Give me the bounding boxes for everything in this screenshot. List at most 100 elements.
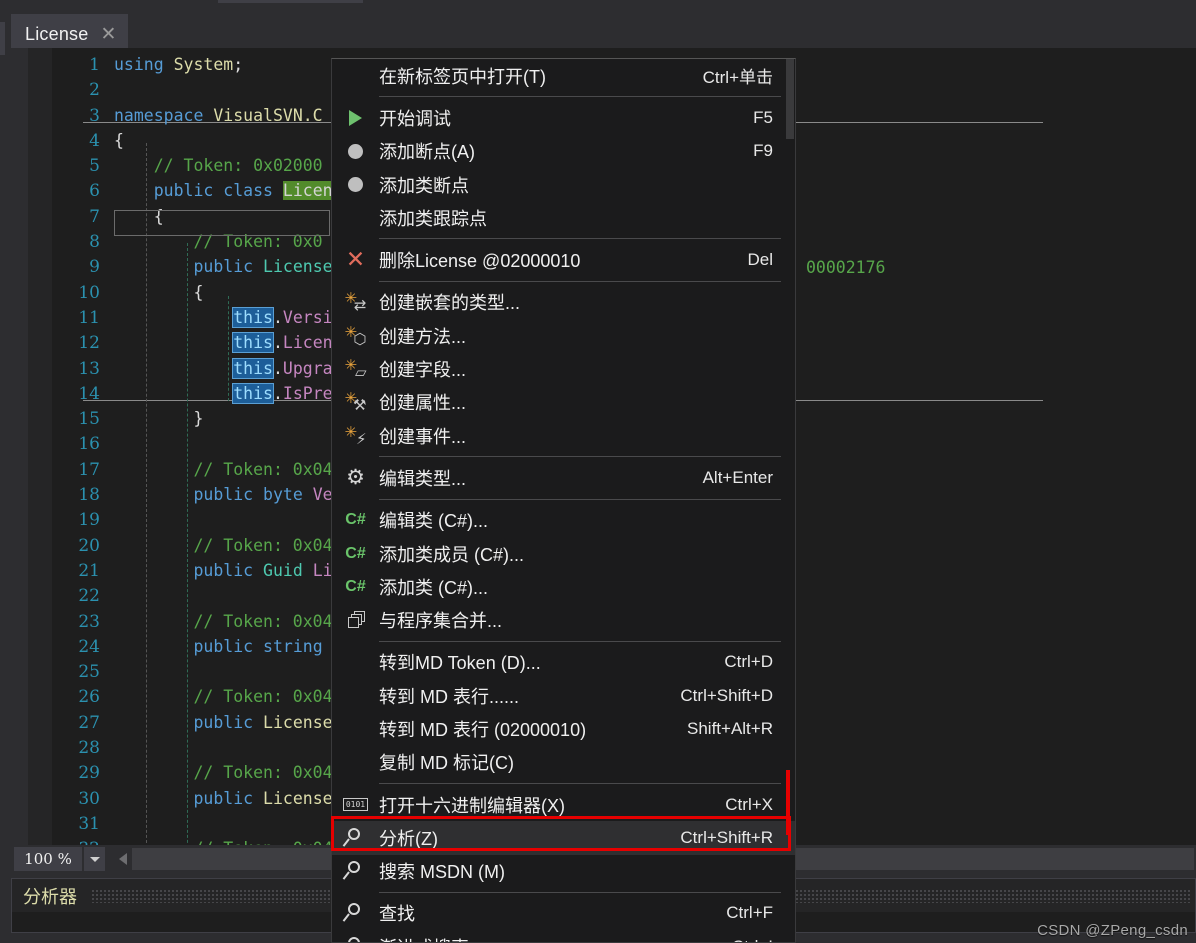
code-token: { [114, 282, 204, 302]
code-token: . [272, 307, 283, 327]
merge-assembly-icon [332, 603, 379, 636]
line-number: 31 [78, 813, 100, 834]
line-number: 32 [52, 837, 114, 845]
menu-separator [379, 96, 781, 98]
menu-item-shortcut: Ctrl+单击 [702, 68, 773, 88]
csharp-icon: C# [345, 511, 366, 529]
menu-item-label: 创建字段... [379, 360, 467, 381]
line-number: 15 [78, 409, 100, 430]
menu-item[interactable]: 复制 MD 标记(C) [332, 746, 795, 779]
line-number: 20 [78, 535, 100, 556]
line-number: 28 [78, 738, 100, 759]
csharp-icon: C# [345, 544, 366, 562]
line-number: 29 [78, 763, 100, 784]
csharp-icon: C# [345, 577, 366, 595]
close-icon[interactable]: ✕ [100, 24, 116, 44]
watermark: CSDN @ZPeng_csdn [1037, 922, 1188, 939]
line-number: 6 [89, 181, 100, 202]
new-field-icon: ✳ ▱ [344, 357, 367, 382]
context-menu[interactable]: 在新标签页中打开(T) Ctrl+单击 开始调试 F5 添加断点(A) F9 添加类断点添加… [331, 58, 796, 943]
menu-item[interactable]: C# 编辑类 (C#)... [332, 504, 795, 537]
menu-item[interactable]: ✳ ▱ 创建字段... [332, 352, 795, 385]
menu-item[interactable]: 在新标签页中打开(T) Ctrl+单击 [332, 59, 795, 92]
menu-item-shortcut: Shift+Alt+R [687, 718, 773, 738]
menu-item[interactable]: 渐进式搜索Ctrl+I [332, 930, 795, 942]
line-number: 13 [78, 358, 100, 379]
menu-item[interactable]: ✳ ⚒ 创建属性... [332, 386, 795, 419]
code-token: License [263, 788, 333, 808]
menu-item-shortcut: F9 [753, 141, 773, 161]
code-token: this [232, 357, 274, 379]
menu-item[interactable]: 开始调试 F5 [332, 101, 795, 134]
breakpoint-icon [332, 168, 379, 201]
menu-item-shortcut: Ctrl+X [725, 794, 773, 814]
menu-separator [379, 782, 781, 784]
gear-icon: ⚙ [346, 466, 365, 490]
menu-item[interactable]: ✳ ⚡ 创建事件... [332, 419, 795, 452]
menu-item-label: 搜索 MSDN (M) [379, 862, 505, 883]
delete-x-icon: ✕ [345, 246, 366, 273]
menu-item-label: 创建嵌套的类型... [379, 293, 521, 314]
menu-separator [379, 640, 781, 642]
editor-breakpoint-margin[interactable] [28, 48, 52, 845]
search-icon [332, 821, 379, 854]
ghost-tab-outline [218, 0, 363, 3]
line-number: 14 [78, 383, 100, 404]
menu-item[interactable]: ⚙ 编辑类型... Alt+Enter [332, 461, 795, 494]
line-number: 3 [89, 105, 100, 126]
menu-item[interactable]: 搜索 MSDN (M) [332, 855, 795, 888]
code-token: . [272, 383, 283, 403]
line-number: 30 [78, 788, 100, 809]
menu-item[interactable]: 添加断点(A) F9 [332, 135, 795, 168]
menu-item-label: 分析(Z) [379, 828, 438, 849]
menu-item[interactable]: ✳ ⇄ 创建嵌套的类型... [332, 286, 795, 319]
menu-item[interactable]: 与程序集合并... [332, 603, 795, 636]
menu-separator [379, 238, 781, 240]
new-nested-type-icon: ✳ ⇄ [344, 290, 367, 315]
menu-item[interactable]: C# 添加类成员 (C#)... [332, 537, 795, 570]
menu-item-label: 添加类断点 [379, 175, 469, 196]
menu-item[interactable]: 分析(Z) Ctrl+Shift+R [332, 821, 795, 855]
menu-item[interactable]: 0101 打开十六进制编辑器(X) Ctrl+X [332, 788, 795, 821]
menu-item[interactable]: 添加类跟踪点 [332, 201, 795, 234]
no-icon [332, 712, 379, 745]
line-number: 18 [78, 485, 100, 506]
line-number: 4 [89, 130, 100, 151]
indent-guide-1 [146, 143, 147, 845]
triangle-left-icon[interactable] [114, 848, 132, 870]
token-comment-fragment: 00002176 [806, 258, 886, 277]
code-token: ; [233, 55, 244, 74]
menu-item[interactable]: 转到MD Token (D)... Ctrl+D [332, 646, 795, 679]
menu-item[interactable]: C# 添加类 (C#)... [332, 570, 795, 603]
code-token: IsPre [282, 383, 333, 403]
search-icon [332, 855, 379, 888]
menu-item-shortcut: Ctrl+I [732, 937, 795, 942]
line-number: 1 [89, 55, 100, 75]
menu-item-label: 创建事件... [379, 426, 467, 447]
code-token: Licen [282, 333, 333, 353]
code-token: Ve [312, 485, 333, 505]
code-token: public [193, 712, 264, 732]
menu-item[interactable]: 添加类断点 [332, 168, 795, 201]
menu-item[interactable]: ✕ 删除License @02000010 Del [332, 243, 795, 276]
menu-item[interactable]: 转到 MD 表行...... Ctrl+Shift+D [332, 679, 795, 712]
menu-item[interactable]: ✳ ⬡ 创建方法... [332, 319, 795, 352]
menu-item[interactable]: 转到 MD 表行 (02000010) Shift+Alt+R [332, 712, 795, 745]
line-number: 24 [78, 636, 100, 657]
code-token: . [272, 358, 283, 378]
current-class-outline [114, 210, 330, 236]
menu-item-shortcut: F5 [753, 107, 773, 127]
zoom-level-display[interactable]: 100 % [14, 847, 82, 871]
chevron-down-icon[interactable] [84, 847, 105, 871]
tab-left-stub [0, 22, 5, 55]
menu-item-label: 转到 MD 表行 (02000010) [379, 719, 587, 740]
menu-item[interactable]: 查找 Ctrl+F [332, 897, 795, 930]
code-token: } [114, 409, 204, 429]
code-token: public byte [193, 485, 313, 505]
line-number: 22 [78, 586, 100, 607]
code-token: Versi [282, 307, 333, 327]
